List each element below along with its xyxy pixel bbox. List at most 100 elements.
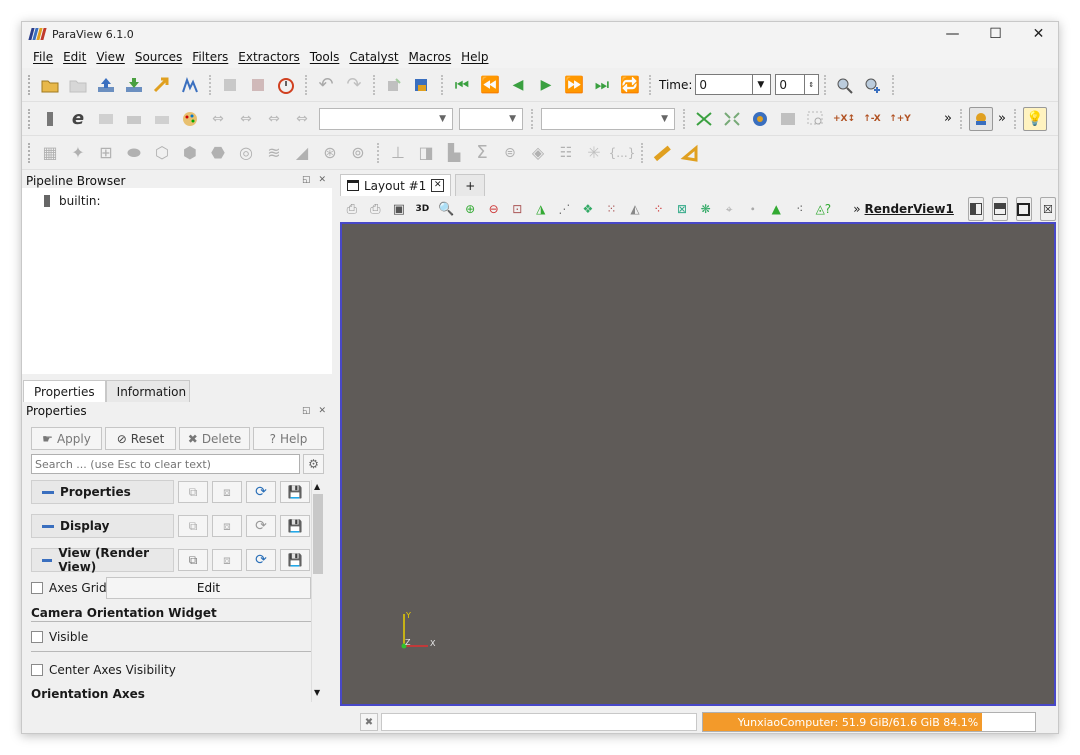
- first-frame-icon[interactable]: ⏮: [450, 73, 474, 97]
- timestep-field[interactable]: 0: [775, 74, 806, 95]
- section-display[interactable]: Display: [31, 514, 174, 538]
- extract-level-icon[interactable]: ⊛: [318, 141, 342, 165]
- time-value-field[interactable]: 0: [695, 74, 754, 95]
- previous-frame-icon[interactable]: ⏪: [478, 73, 502, 97]
- edit-selection-icon[interactable]: ⁖: [792, 197, 808, 221]
- time-dropdown-arrow[interactable]: ▼: [753, 74, 772, 95]
- copy-view-icon[interactable]: ⧉: [178, 549, 208, 571]
- close-tab-icon[interactable]: ✕: [431, 179, 445, 192]
- reset-camera-icon[interactable]: [692, 107, 716, 131]
- toolbar-grip[interactable]: [28, 142, 32, 163]
- light-kit-icon[interactable]: 💡: [1022, 106, 1047, 131]
- interactive-zoom-icon[interactable]: [748, 107, 772, 131]
- toolbar-grip[interactable]: [28, 108, 32, 129]
- loop-icon[interactable]: 🔁: [618, 73, 642, 97]
- protractor-icon[interactable]: [678, 141, 702, 165]
- menu-sources[interactable]: Sources: [130, 50, 187, 64]
- rescale-custom-icon[interactable]: [150, 107, 174, 131]
- delete-button[interactable]: ✖ Delete: [179, 427, 250, 450]
- clear-selection-icon[interactable]: ▲: [768, 197, 784, 221]
- rescale-range-icon[interactable]: [122, 107, 146, 131]
- find-data-icon[interactable]: [410, 73, 434, 97]
- selection-help-icon[interactable]: ◬?: [816, 197, 832, 221]
- temporal-stats-icon[interactable]: ☷: [554, 141, 578, 165]
- select-points-on-icon[interactable]: ⊖: [486, 197, 502, 221]
- toggle-3d-button[interactable]: 3D: [415, 197, 431, 221]
- rescale-temporal-icon[interactable]: ⇔: [234, 107, 258, 131]
- clip-icon[interactable]: ⊞: [94, 141, 118, 165]
- memory-inspector[interactable]: YunxiaoComputer: 51.9 GiB/61.6 GiB 84.1%: [702, 712, 1036, 732]
- stream-tracer-icon[interactable]: ◎: [234, 141, 258, 165]
- select-cells-through-icon[interactable]: ◮: [533, 197, 549, 221]
- histogram-icon[interactable]: ▙: [442, 141, 466, 165]
- select-cells-on-icon[interactable]: ⊕: [462, 197, 478, 221]
- close-panel-icon[interactable]: ✕: [319, 175, 327, 185]
- save-state-icon[interactable]: [122, 73, 146, 97]
- menu-filters[interactable]: Filters: [187, 50, 233, 64]
- zoom-box-icon[interactable]: [776, 107, 800, 131]
- zoom-closest-icon[interactable]: [720, 107, 744, 131]
- connect-icon[interactable]: [150, 73, 174, 97]
- interactive-select-icon[interactable]: ⁘: [651, 197, 667, 221]
- last-frame-icon[interactable]: ⏭: [590, 73, 614, 97]
- toolbar-overflow-icon[interactable]: »: [944, 111, 952, 126]
- float-panel-icon[interactable]: ◱: [302, 175, 311, 185]
- python-shell-icon[interactable]: [178, 73, 202, 97]
- close-view-icon[interactable]: ☒: [1039, 197, 1056, 221]
- axes-grid-checkbox[interactable]: [31, 582, 43, 594]
- restore-defaults-icon[interactable]: ⟳: [246, 481, 276, 503]
- plot-selection-icon[interactable]: ◨: [414, 141, 438, 165]
- select-polygon-points-icon[interactable]: ⁙: [604, 197, 620, 221]
- timestep-spinner[interactable]: ⇕: [805, 74, 820, 95]
- select-frustum-icon[interactable]: ⊡: [509, 197, 525, 221]
- menu-help[interactable]: Help: [456, 50, 493, 64]
- save-display-defaults-icon[interactable]: 💾: [280, 515, 310, 537]
- paste-properties-icon[interactable]: ⧈: [212, 481, 242, 503]
- render-view-canvas[interactable]: Y Z X: [340, 222, 1056, 706]
- next-frame-icon[interactable]: ⏩: [562, 73, 586, 97]
- menu-catalyst[interactable]: Catalyst: [344, 50, 403, 64]
- menu-tools[interactable]: Tools: [305, 50, 345, 64]
- load-state-icon[interactable]: [66, 73, 90, 97]
- restore-view-defaults-icon[interactable]: ⟳: [246, 549, 276, 571]
- axes-grid-edit-button[interactable]: Edit: [106, 577, 311, 599]
- float-panel-icon[interactable]: ◱: [302, 406, 311, 416]
- center-axes-checkbox[interactable]: [31, 664, 43, 676]
- menu-view[interactable]: View: [91, 50, 129, 64]
- rescale-data-range-icon[interactable]: ⇔: [290, 107, 314, 131]
- stream-lines-icon[interactable]: ⊚: [346, 141, 370, 165]
- warp-vector-icon[interactable]: ≋: [262, 141, 286, 165]
- reset-session-icon[interactable]: [382, 73, 406, 97]
- grow-selection-icon[interactable]: ⌖: [721, 197, 737, 221]
- glyph-icon[interactable]: ⬣: [206, 141, 230, 165]
- play-icon[interactable]: ▶: [534, 73, 558, 97]
- restore-display-defaults-icon[interactable]: ⟳: [246, 515, 276, 537]
- paste-display-icon[interactable]: ⧈: [212, 515, 242, 537]
- coloring-array-combo[interactable]: ▼: [319, 107, 453, 130]
- group-datasets-icon[interactable]: ◢: [290, 141, 314, 165]
- paste-view-icon[interactable]: ⧈: [212, 549, 242, 571]
- minimize-button[interactable]: —: [931, 22, 974, 46]
- disconnect-icon[interactable]: [218, 73, 242, 97]
- toolbar-grip[interactable]: [28, 74, 32, 95]
- hover-points-icon[interactable]: ❋: [698, 197, 714, 221]
- slice-icon[interactable]: ⬬: [122, 141, 146, 165]
- snowflake-icon[interactable]: ✳: [582, 141, 606, 165]
- set-view-plus-x-icon[interactable]: +X↕: [832, 107, 856, 131]
- select-block-icon[interactable]: ◭: [627, 197, 643, 221]
- contour-icon[interactable]: ✦: [66, 141, 90, 165]
- select-points-through-icon[interactable]: ⋰: [557, 197, 573, 221]
- component-combo[interactable]: ▼: [459, 107, 523, 130]
- open-file-icon[interactable]: [38, 73, 62, 97]
- menu-file[interactable]: File: [28, 50, 58, 64]
- probe-location-icon[interactable]: ⊜: [498, 141, 522, 165]
- view-preset-icon[interactable]: ⎙: [368, 197, 384, 221]
- rescale-custom-range-icon[interactable]: ⇔: [262, 107, 286, 131]
- timer-icon[interactable]: [274, 73, 298, 97]
- split-vertical-icon[interactable]: [991, 197, 1008, 221]
- apply-button[interactable]: ☛ Apply: [31, 427, 102, 450]
- scroll-down-icon[interactable]: ▼: [314, 688, 320, 697]
- edit-color-map-icon[interactable]: e: [66, 107, 90, 131]
- plot-over-line-icon[interactable]: ⊥: [386, 141, 410, 165]
- reset-button[interactable]: ⊘ Reset: [105, 427, 176, 450]
